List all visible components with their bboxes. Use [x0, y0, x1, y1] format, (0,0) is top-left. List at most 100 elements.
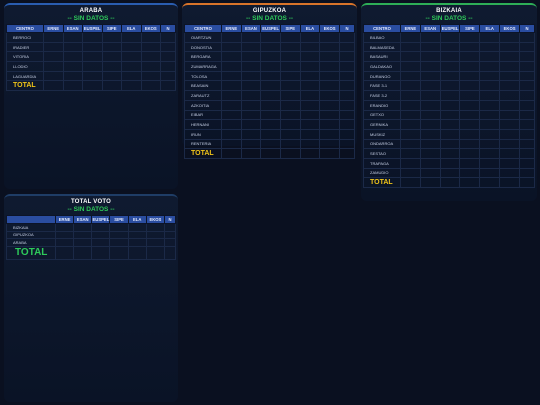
- value-cell: [439, 32, 461, 43]
- value-cell: [221, 90, 242, 101]
- col-euspel[interactable]: EUSPEL: [439, 24, 461, 33]
- col-ekos[interactable]: EKOS: [140, 24, 161, 33]
- value-cell: [319, 32, 340, 43]
- value-cell: [439, 99, 461, 111]
- col-centro[interactable]: CENTRO: [363, 24, 401, 33]
- value-cell: [459, 61, 481, 72]
- value-cell: [279, 80, 301, 92]
- value-cell: [459, 167, 481, 179]
- value-cell: [109, 230, 129, 239]
- col-ela[interactable]: ELA: [127, 215, 147, 224]
- col-n[interactable]: N: [164, 215, 176, 224]
- col-ela[interactable]: ELA: [479, 24, 501, 33]
- col-esan[interactable]: ESAN: [62, 24, 83, 33]
- value-cell: [221, 32, 242, 43]
- col-erne[interactable]: ERNE: [400, 24, 421, 33]
- col-euspel[interactable]: EUSPEL: [82, 24, 103, 33]
- total-row: TOTAL: [184, 148, 355, 160]
- value-cell: [419, 51, 441, 63]
- value-cell: [43, 51, 64, 63]
- total-value-cell: [121, 80, 142, 92]
- col-erne[interactable]: ERNE: [43, 24, 64, 33]
- table-row: BILBAO: [363, 32, 535, 43]
- total-value-cell: [43, 80, 64, 92]
- col-n[interactable]: N: [519, 24, 535, 33]
- value-cell: [459, 70, 481, 82]
- value-cell: [439, 109, 461, 121]
- value-cell: [400, 138, 421, 150]
- value-cell: [82, 32, 103, 43]
- col-sipe[interactable]: SIPE: [279, 24, 301, 33]
- value-cell: [43, 70, 64, 82]
- table-row: AZKOITIA: [184, 99, 355, 111]
- value-cell: [439, 128, 461, 140]
- col-esan[interactable]: ESAN: [240, 24, 262, 33]
- col-euspel[interactable]: EUSPEL: [91, 215, 111, 224]
- value-cell: [479, 119, 501, 130]
- value-cell: [400, 41, 421, 53]
- value-cell: [279, 61, 301, 72]
- col-euspel[interactable]: EUSPEL: [260, 24, 281, 33]
- col-ela[interactable]: ELA: [299, 24, 321, 33]
- col-esan[interactable]: ESAN: [73, 215, 93, 224]
- col-sipe[interactable]: SIPE: [101, 24, 122, 33]
- value-cell: [419, 128, 441, 140]
- table-row: IRUN: [184, 128, 355, 140]
- value-cell: [400, 70, 421, 82]
- col-centro[interactable]: CENTRO: [184, 24, 222, 33]
- col-ela[interactable]: ELA: [121, 24, 142, 33]
- value-cell: [519, 128, 535, 140]
- table-row: ZARAUTZ: [184, 90, 355, 101]
- centro-name: BASAURI: [363, 51, 401, 63]
- col-erne[interactable]: ERNE: [221, 24, 242, 33]
- col-esan[interactable]: ESAN: [419, 24, 441, 33]
- col-n[interactable]: N: [160, 24, 176, 33]
- table-row: ONDARROA: [363, 138, 535, 150]
- col-n[interactable]: N: [339, 24, 355, 33]
- value-cell: [479, 99, 501, 111]
- table-row: VITORIA: [6, 51, 176, 63]
- col-sipe[interactable]: SIPE: [109, 215, 129, 224]
- value-cell: [439, 90, 461, 101]
- table-row: BERGARA: [184, 51, 355, 63]
- centro-name: BIZKAIA: [6, 223, 56, 232]
- value-cell: [439, 157, 461, 169]
- value-cell: [479, 157, 501, 169]
- value-cell: [459, 80, 481, 92]
- centro-name: GETXO: [363, 109, 401, 121]
- value-cell: [260, 51, 281, 63]
- col-ekos[interactable]: EKOS: [145, 215, 166, 224]
- value-cell: [439, 148, 461, 159]
- centro-name: LLODIO: [6, 61, 44, 72]
- value-cell: [160, 51, 176, 63]
- col-ekos[interactable]: EKOS: [319, 24, 340, 33]
- value-cell: [339, 70, 355, 82]
- value-cell: [479, 32, 501, 43]
- value-cell: [221, 138, 242, 150]
- value-cell: [91, 230, 111, 239]
- total-label: TOTAL: [363, 177, 401, 189]
- value-cell: [319, 138, 340, 150]
- total-value-cell: [221, 148, 242, 160]
- value-cell: [499, 167, 520, 179]
- value-cell: [400, 128, 421, 140]
- value-cell: [43, 41, 64, 53]
- value-cell: [221, 41, 242, 53]
- value-cell: [54, 223, 75, 232]
- value-cell: [499, 138, 520, 150]
- no-data-label: -- SIN DATOS --: [67, 15, 115, 22]
- total-value-cell: [499, 177, 520, 189]
- col-centro[interactable]: CENTRO: [6, 24, 44, 33]
- value-cell: [279, 99, 301, 111]
- table-header-row: CENTRO ERNE ESAN EUSPEL SIPE ELA EKOS N: [363, 24, 535, 33]
- no-data-label: -- SIN DATOS --: [425, 15, 473, 22]
- value-cell: [459, 32, 481, 43]
- value-cell: [82, 61, 103, 72]
- col-sipe[interactable]: SIPE: [459, 24, 481, 33]
- col-erne[interactable]: ERNE: [54, 215, 75, 224]
- centro-name: MUSKIZ: [363, 128, 401, 140]
- value-cell: [499, 119, 520, 130]
- value-cell: [419, 32, 441, 43]
- col-ekos[interactable]: EKOS: [499, 24, 520, 33]
- value-cell: [221, 128, 242, 140]
